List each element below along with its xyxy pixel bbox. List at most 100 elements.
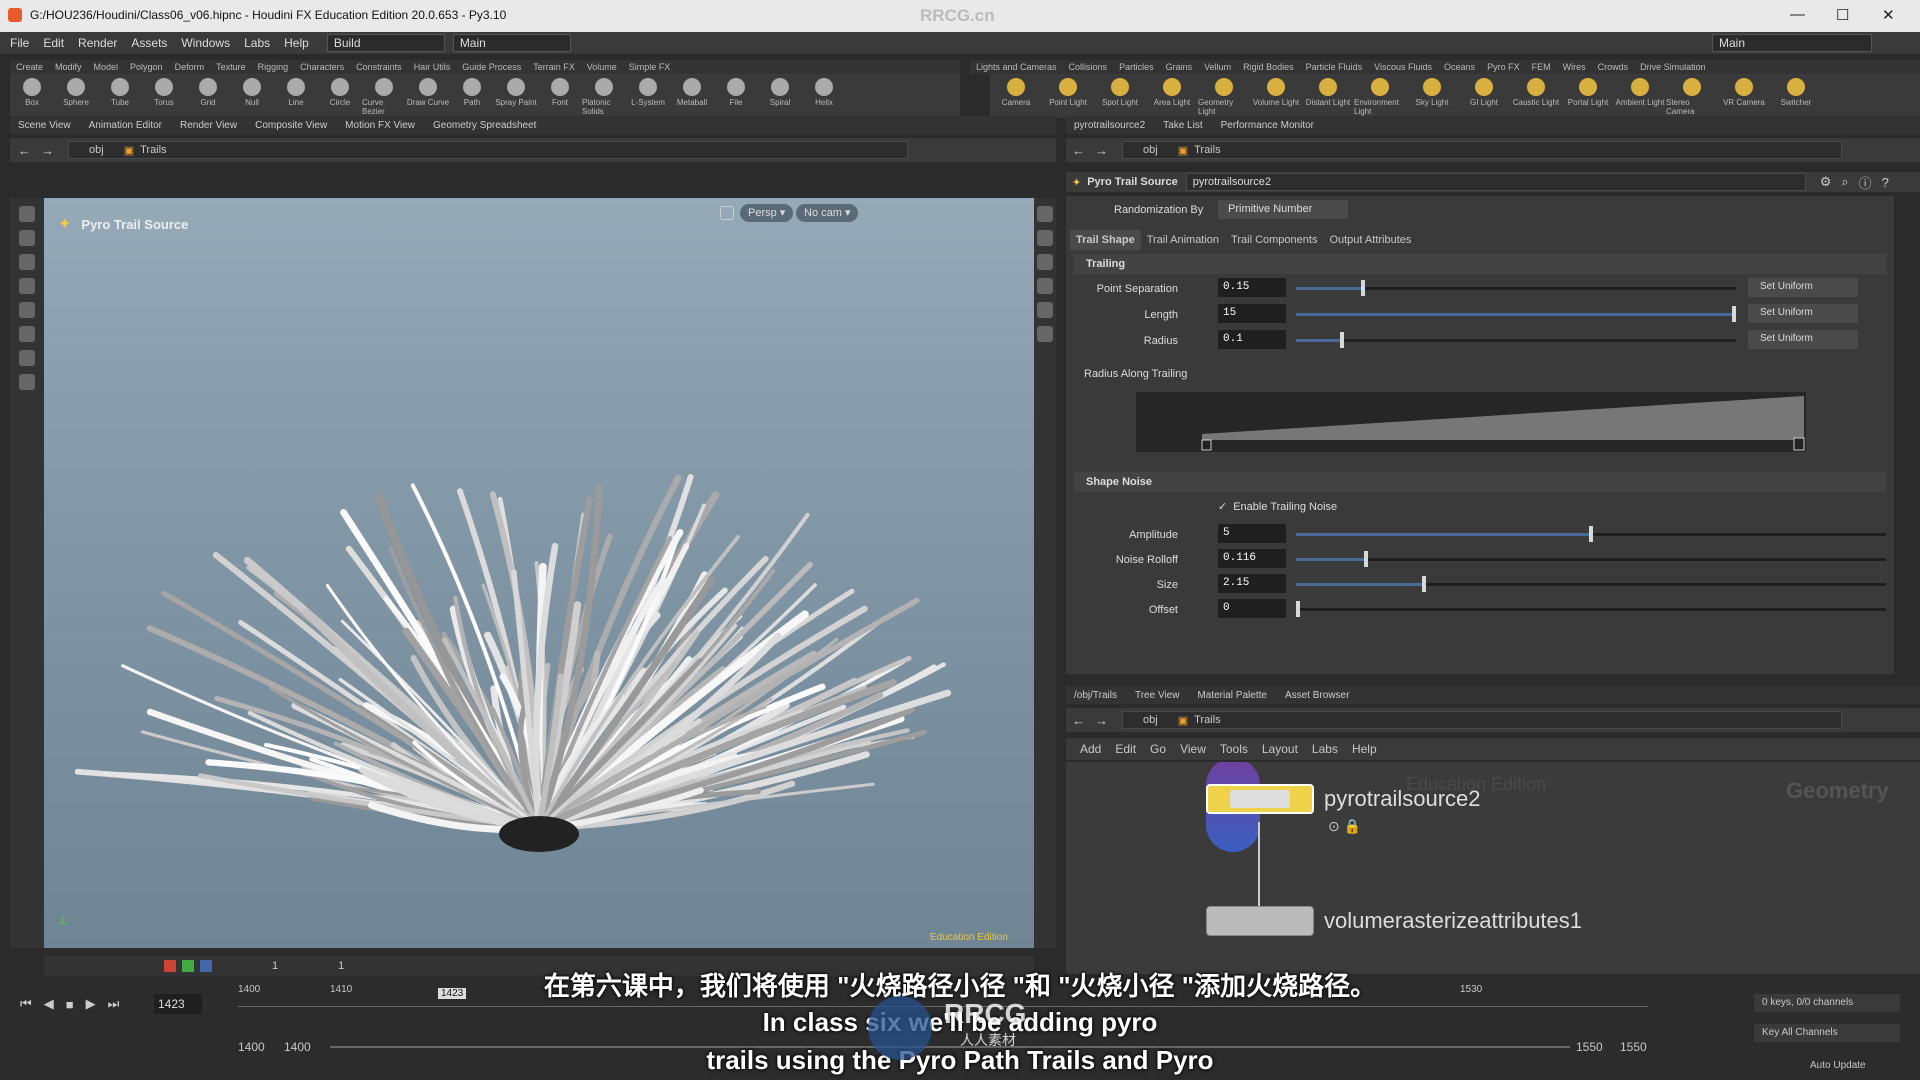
network-editor[interactable]: Education Edition Geometry pyrotrailsour… bbox=[1066, 762, 1920, 974]
checkbox-check-icon[interactable]: ✓ bbox=[1218, 500, 1227, 513]
radius-field[interactable]: 0.1 bbox=[1218, 330, 1286, 349]
shelf-tool-1[interactable]: Sphere bbox=[54, 74, 98, 118]
network-tab-2[interactable]: Material Palette bbox=[1189, 690, 1276, 701]
shelf-tab-12[interactable]: Volume bbox=[581, 62, 623, 72]
menu-labs[interactable]: Labs bbox=[244, 36, 270, 50]
net-menu-7[interactable]: Help bbox=[1352, 742, 1377, 756]
close-icon[interactable]: ✕ bbox=[1882, 6, 1895, 24]
node-name-1[interactable]: pyrotrailsource2 bbox=[1324, 786, 1481, 812]
net-menu-3[interactable]: View bbox=[1180, 742, 1206, 756]
shelf-tab-8[interactable]: Constraints bbox=[350, 62, 408, 72]
shelf-tool-2[interactable]: Tube bbox=[98, 74, 142, 118]
viewer-tab-2[interactable]: Render View bbox=[172, 120, 247, 131]
length-slider[interactable] bbox=[1296, 306, 1736, 322]
point-separation-set-uniform-button[interactable]: Set Uniform bbox=[1748, 278, 1858, 297]
shelf-r-tool-1[interactable]: Point Light bbox=[1042, 74, 1094, 118]
noise-rolloff-slider[interactable] bbox=[1296, 551, 1886, 567]
shelf-r-tool-2[interactable]: Spot Light bbox=[1094, 74, 1146, 118]
length-field[interactable]: 15 bbox=[1218, 304, 1286, 323]
net-path-node[interactable]: Trails bbox=[1194, 714, 1220, 726]
shelf-r-tool-9[interactable]: GI Light bbox=[1458, 74, 1510, 118]
shelf-r-tool-7[interactable]: Environment Light bbox=[1354, 74, 1406, 118]
shading-icon[interactable] bbox=[1037, 254, 1053, 270]
amplitude-slider[interactable] bbox=[1296, 526, 1886, 542]
scale-icon[interactable] bbox=[19, 278, 35, 294]
menu-windows[interactable]: Windows bbox=[181, 36, 230, 50]
shelf-tool-18[interactable]: Helix bbox=[802, 74, 846, 118]
shelf-tab-6[interactable]: Rigging bbox=[252, 62, 295, 72]
node-name-2[interactable]: volumerasterizeattributes1 bbox=[1324, 908, 1582, 934]
minimize-icon[interactable]: — bbox=[1790, 6, 1805, 23]
shelf-r-tool-5[interactable]: Volume Light bbox=[1250, 74, 1302, 118]
network-tab-0[interactable]: /obj/Trails bbox=[1066, 690, 1127, 701]
shelf-r-tab-2[interactable]: Particles bbox=[1113, 62, 1160, 72]
pose-icon[interactable] bbox=[19, 326, 35, 342]
shelf-r-tool-13[interactable]: Stereo Camera bbox=[1666, 74, 1718, 118]
net-menu-1[interactable]: Edit bbox=[1115, 742, 1136, 756]
shelf-tool-17[interactable]: Spiral bbox=[758, 74, 802, 118]
point-separation-field[interactable]: 0.15 bbox=[1218, 278, 1286, 297]
shelf-tool-11[interactable]: Spray Paint bbox=[494, 74, 538, 118]
shelf-tab-3[interactable]: Polygon bbox=[124, 62, 169, 72]
size-field[interactable]: 2.15 bbox=[1218, 574, 1286, 593]
shelf-tab-5[interactable]: Texture bbox=[210, 62, 252, 72]
menu-render[interactable]: Render bbox=[78, 36, 117, 50]
shelf-tool-4[interactable]: Grid bbox=[186, 74, 230, 118]
viewer-tab-1[interactable]: Animation Editor bbox=[81, 120, 172, 131]
shelf-r-tool-14[interactable]: VR Camera bbox=[1718, 74, 1770, 118]
rotate-icon[interactable] bbox=[19, 254, 35, 270]
params-tab-2[interactable]: Performance Monitor bbox=[1213, 120, 1324, 131]
shelf-tool-13[interactable]: Platonic Solids bbox=[582, 74, 626, 118]
shelf-tab-0[interactable]: Create bbox=[10, 62, 49, 72]
shelf-tool-7[interactable]: Circle bbox=[318, 74, 362, 118]
search-icon[interactable]: ⌕ bbox=[1841, 174, 1848, 190]
shelf-r-tab-4[interactable]: Vellum bbox=[1198, 62, 1237, 72]
shelf-r-tab-5[interactable]: Rigid Bodies bbox=[1237, 62, 1300, 72]
enable-noise-row[interactable]: ✓ Enable Trailing Noise bbox=[1218, 500, 1337, 514]
shelf-r-tab-3[interactable]: Grains bbox=[1160, 62, 1199, 72]
node-pyrotrailsource2[interactable] bbox=[1206, 784, 1314, 814]
shelf-r-tab-13[interactable]: Drive Simulation bbox=[1634, 62, 1712, 72]
shelf-tool-15[interactable]: Metaball bbox=[670, 74, 714, 118]
shelf-r-tab-6[interactable]: Particle Fluids bbox=[1300, 62, 1369, 72]
amplitude-slider-knob[interactable] bbox=[1589, 526, 1593, 542]
noise-rolloff-slider-knob[interactable] bbox=[1363, 551, 1368, 567]
shelf-tab-11[interactable]: Terrain FX bbox=[527, 62, 581, 72]
node-volumerasterizeattributes1[interactable] bbox=[1206, 906, 1314, 936]
amplitude-field[interactable]: 5 bbox=[1218, 524, 1286, 543]
node-flag-icon[interactable]: ⊙ 🔒 bbox=[1328, 818, 1361, 835]
randomization-dropdown[interactable]: Primitive Number bbox=[1218, 200, 1348, 219]
shape-noise-section[interactable]: Shape Noise bbox=[1074, 472, 1886, 492]
net-menu-6[interactable]: Labs bbox=[1312, 742, 1338, 756]
length-set-uniform-button[interactable]: Set Uniform bbox=[1748, 304, 1858, 323]
menu-edit[interactable]: Edit bbox=[43, 36, 64, 50]
noise-rolloff-field[interactable]: 0.116 bbox=[1218, 549, 1286, 568]
params-path-node[interactable]: Trails bbox=[1194, 144, 1220, 156]
shelf-r-tab-10[interactable]: FEM bbox=[1526, 62, 1557, 72]
viewer-tab-5[interactable]: Geometry Spreadsheet bbox=[425, 120, 546, 131]
camera-icon[interactable] bbox=[19, 374, 35, 390]
point-separation-slider-knob[interactable] bbox=[1361, 280, 1366, 296]
desktop-dropdown[interactable]: Main bbox=[452, 34, 571, 52]
params-back-icon[interactable]: ← bbox=[1072, 143, 1085, 158]
size-slider-knob[interactable] bbox=[1421, 576, 1426, 592]
info-icon[interactable]: ⓘ bbox=[1859, 173, 1872, 192]
shelf-r-tab-9[interactable]: Pyro FX bbox=[1481, 62, 1526, 72]
back-arrow-icon[interactable]: ← bbox=[18, 143, 31, 158]
gear-icon[interactable]: ⚙ bbox=[1820, 174, 1832, 190]
shelf-r-tool-10[interactable]: Caustic Light bbox=[1510, 74, 1562, 118]
shelf-tab-4[interactable]: Deform bbox=[169, 62, 211, 72]
menu-file[interactable]: File bbox=[10, 36, 29, 50]
shelf-r-tab-11[interactable]: Wires bbox=[1557, 62, 1592, 72]
maximize-icon[interactable]: ☐ bbox=[1836, 6, 1849, 24]
param-tab-1[interactable]: Trail Animation bbox=[1141, 230, 1225, 250]
shelf-r-tool-12[interactable]: Ambient Light bbox=[1614, 74, 1666, 118]
radius-ramp[interactable] bbox=[1136, 392, 1806, 452]
size-slider[interactable] bbox=[1296, 576, 1886, 592]
net-menu-0[interactable]: Add bbox=[1080, 742, 1101, 756]
shelf-tool-10[interactable]: Path bbox=[450, 74, 494, 118]
param-tab-2[interactable]: Trail Components bbox=[1225, 230, 1323, 250]
network-tab-1[interactable]: Tree View bbox=[1127, 690, 1189, 701]
param-tab-3[interactable]: Output Attributes bbox=[1323, 230, 1417, 250]
net-menu-4[interactable]: Tools bbox=[1220, 742, 1248, 756]
